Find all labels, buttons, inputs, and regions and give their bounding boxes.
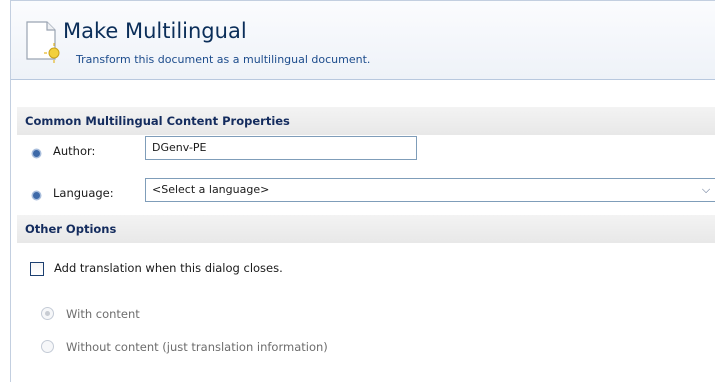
dialog-title: Make Multilingual bbox=[63, 19, 247, 43]
add-translation-label: Add translation when this dialog closes. bbox=[54, 261, 283, 275]
language-select-value: <Select a language> bbox=[152, 183, 270, 196]
required-bullet-icon bbox=[33, 150, 40, 157]
dialog-subtitle: Transform this document as a multilingua… bbox=[76, 53, 371, 66]
dialog-header: Make Multilingual Transform this documen… bbox=[11, 0, 715, 80]
radio-without-content-label: Without content (just translation inform… bbox=[66, 340, 328, 354]
dialog-frame: Make Multilingual Transform this documen… bbox=[10, 0, 715, 382]
radio-with-content[interactable] bbox=[41, 307, 54, 320]
language-select[interactable]: <Select a language> ⌵ bbox=[145, 178, 715, 202]
radio-with-content-label: With content bbox=[66, 307, 140, 321]
required-bullet-icon bbox=[33, 192, 40, 199]
section-heading-other: Other Options bbox=[17, 215, 715, 243]
radio-without-content[interactable] bbox=[41, 340, 54, 353]
radio-selected-dot bbox=[45, 311, 50, 316]
add-translation-checkbox[interactable] bbox=[30, 262, 44, 276]
chevron-down-icon[interactable]: ⌵ bbox=[697, 179, 715, 201]
author-field[interactable]: DGenv-PE bbox=[145, 136, 417, 160]
section-heading-common: Common Multilingual Content Properties bbox=[17, 107, 715, 135]
author-label: Author: bbox=[53, 144, 96, 158]
new-document-icon bbox=[26, 21, 61, 63]
language-label: Language: bbox=[53, 186, 114, 200]
